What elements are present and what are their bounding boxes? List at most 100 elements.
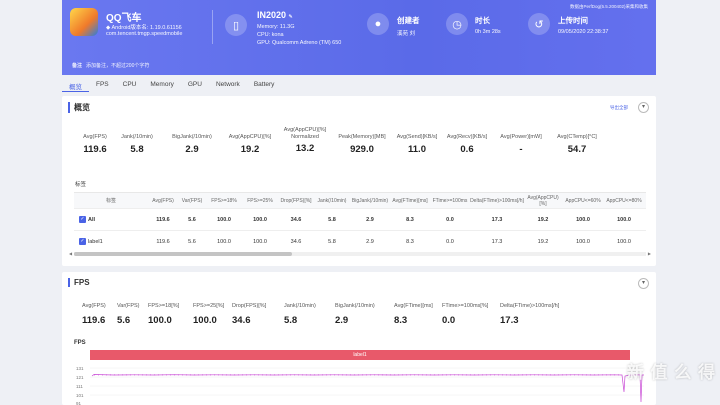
app-version: ◆ Android版本名: 1.19.0.61156 bbox=[106, 25, 182, 31]
table-header[interactable]: Jank(/10min) bbox=[314, 193, 350, 208]
table-cell: 100.0 bbox=[576, 238, 590, 245]
fps-stat-ftime-100: FTime>=100ms[%] 0.0 bbox=[442, 303, 489, 326]
tab-overview[interactable]: 概览 bbox=[62, 78, 89, 92]
phone-icon: ▯ bbox=[225, 14, 247, 36]
y-tick-label: 131 bbox=[76, 366, 84, 371]
scroll-left-icon[interactable]: ◀ bbox=[69, 251, 72, 256]
table-cell: 19.2 bbox=[537, 216, 549, 223]
fps-stat-delta-ftime: Delta(FTime)>100ms[/h] 17.3 bbox=[500, 303, 560, 326]
row-label: All bbox=[88, 216, 96, 223]
table-cell: 5.8 bbox=[328, 216, 336, 223]
table-cell: 100.0 bbox=[576, 216, 590, 223]
app-name: QQ飞车 bbox=[106, 13, 142, 24]
fps-series-line bbox=[91, 374, 644, 403]
table-header[interactable]: Avg(AppCPU)[%] bbox=[524, 193, 562, 208]
app-package: com.tencent.tmgp.speedmobile bbox=[106, 31, 183, 37]
collapse-icon[interactable]: ▾ bbox=[638, 278, 649, 289]
table-header[interactable]: Delta(FTime)>100ms[/h] bbox=[470, 193, 524, 208]
table-header[interactable]: BigJank(/10min) bbox=[350, 193, 390, 208]
upload-history-icon: ↺ bbox=[528, 13, 550, 35]
scroll-right-icon[interactable]: ▶ bbox=[648, 251, 651, 256]
fps-stat-avg: Avg(FPS) 119.6 bbox=[82, 303, 106, 326]
table-horizontal-scrollbar[interactable]: ◀ ▶ bbox=[69, 251, 651, 256]
upload-value: 09/05/2020 22:38:37 bbox=[558, 29, 609, 35]
table-cell: 19.2 bbox=[537, 238, 549, 245]
table-header[interactable]: Av bbox=[644, 193, 646, 208]
stat-bigjank: BigJank(/10min) 2.9 bbox=[172, 134, 212, 155]
creator-label: 创建者 bbox=[397, 16, 420, 25]
tab-fps[interactable]: FPS bbox=[89, 78, 116, 92]
tab-battery[interactable]: Battery bbox=[247, 78, 282, 92]
export-all-link[interactable]: 导出全部 bbox=[610, 105, 628, 111]
device-name: IN2020 ✎ bbox=[257, 10, 293, 20]
overview-title: 概览 bbox=[68, 102, 90, 113]
table-cell: 5.8 bbox=[328, 238, 336, 245]
table-cell: 8.3 bbox=[406, 216, 414, 223]
table-cell: 8.3 bbox=[406, 238, 414, 245]
table-header-row: 标签 Avg(FPS) Var(FPS) FPS>=18% FPS>=25% D… bbox=[74, 193, 646, 209]
table-cell: 5.6 bbox=[188, 216, 196, 223]
table-cell: 0.0 bbox=[446, 216, 454, 223]
tab-memory[interactable]: Memory bbox=[143, 78, 180, 92]
device-gpu: GPU: Qualcomm Adreno (TM) 650 bbox=[257, 40, 342, 46]
series-legend[interactable]: label1 bbox=[90, 350, 630, 360]
table-cell: 17.3 bbox=[491, 216, 503, 223]
app-icon bbox=[70, 8, 98, 36]
fps-stat-jank: Jank(/10min) 5.8 bbox=[284, 303, 316, 326]
tab-network[interactable]: Network bbox=[209, 78, 247, 92]
table-cell: 100.0 bbox=[617, 238, 631, 245]
tab-cpu[interactable]: CPU bbox=[116, 78, 144, 92]
divider bbox=[212, 10, 213, 44]
table-header[interactable]: AppCPU<=80% bbox=[604, 193, 644, 208]
device-memory: Memory: 11.3G bbox=[257, 24, 295, 30]
chart-gridlines bbox=[90, 367, 644, 396]
table-header[interactable]: 标签 bbox=[74, 193, 148, 208]
table-header[interactable]: FTime>=100ms bbox=[430, 193, 470, 208]
fps-chart-title: FPS bbox=[74, 340, 86, 346]
edit-icon[interactable]: ✎ bbox=[289, 14, 293, 20]
table-cell: 100.0 bbox=[253, 216, 267, 223]
checkbox-checked-icon[interactable]: ✓ bbox=[79, 238, 86, 245]
fps-stat-avg-ftime: Avg(FTime)[ms] 8.3 bbox=[394, 303, 433, 326]
user-icon: ● bbox=[367, 13, 389, 35]
stat-avg-ctemp: Avg(CTemp)[°C] 54.7 bbox=[557, 134, 597, 155]
stat-peak-memory: Peak(Memory)[MB] 929.0 bbox=[338, 134, 386, 155]
fps-stat-bigjank: BigJank(/10min) 2.9 bbox=[335, 303, 375, 326]
duration-label: 时长 bbox=[475, 16, 490, 25]
table-cell: 2.9 bbox=[366, 238, 374, 245]
table-cell: 100.0 bbox=[253, 238, 267, 245]
table-row[interactable]: ✓ label1 119.6 5.6 100.0 100.0 34.6 5.8 … bbox=[74, 231, 646, 253]
table-cell: 100.0 bbox=[617, 216, 631, 223]
table-row[interactable]: ✓ All 119.6 5.6 100.0 100.0 34.6 5.8 2.9… bbox=[74, 209, 646, 231]
watermark: 新 值 么 得 bbox=[626, 363, 716, 382]
table-cell: 0.0 bbox=[446, 238, 454, 245]
table-header[interactable]: Avg(FPS) bbox=[148, 193, 178, 208]
checkbox-checked-icon[interactable]: ✓ bbox=[79, 216, 86, 223]
table-header[interactable]: Var(FPS) bbox=[178, 193, 206, 208]
device-cpu: CPU: kona bbox=[257, 32, 284, 38]
tab-gpu[interactable]: GPU bbox=[181, 78, 209, 92]
tag-label: 标签 bbox=[75, 182, 87, 188]
table-cell: 17.3 bbox=[491, 238, 503, 245]
table-header[interactable]: Avg(FTime)[ms] bbox=[390, 193, 430, 208]
table-header[interactable]: FPS>=18% bbox=[206, 193, 242, 208]
y-tick-label: 91 bbox=[76, 401, 82, 405]
report-header: QQ飞车 ◆ Android版本名: 1.19.0.61156 com.tenc… bbox=[62, 0, 656, 75]
tool-note: 数据由PerfDog(5.5.200402)采集和收集 bbox=[569, 4, 648, 9]
table-header[interactable]: AppCPU<=60% bbox=[562, 193, 604, 208]
remark-field[interactable]: 备注 添加备注，不超过200个字符 bbox=[72, 62, 149, 69]
collapse-icon[interactable]: ▾ bbox=[638, 102, 649, 113]
table-cell: 119.6 bbox=[156, 216, 170, 223]
overview-table: 标签 Avg(FPS) Var(FPS) FPS>=18% FPS>=25% D… bbox=[74, 192, 646, 254]
table-header[interactable]: FPS>=25% bbox=[242, 193, 278, 208]
fps-stat-ge18: FPS>=18[%] 100.0 bbox=[148, 303, 180, 326]
table-cell: 100.0 bbox=[217, 238, 231, 245]
y-tick-label: 111 bbox=[76, 384, 83, 389]
table-header[interactable]: Drop(FPS)[%] bbox=[278, 193, 314, 208]
stat-avg-appcpu: Avg(AppCPU)[%] 19.2 bbox=[228, 134, 272, 155]
scrollbar-thumb[interactable] bbox=[74, 252, 292, 256]
y-tick-label: 121 bbox=[76, 375, 84, 380]
upload-label: 上传时间 bbox=[558, 16, 588, 25]
fps-line-chart[interactable]: 131 121 111 101 91 bbox=[74, 364, 644, 405]
fps-stat-ge25: FPS>=25[%] 100.0 bbox=[193, 303, 225, 326]
